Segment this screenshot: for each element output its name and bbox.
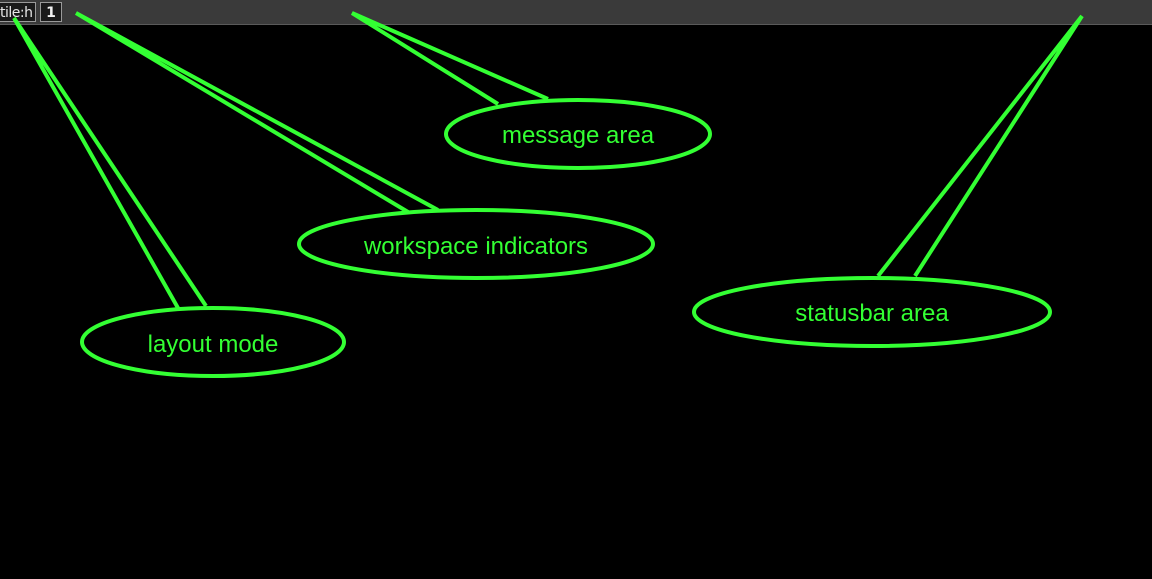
callout-pointer [12, 16, 208, 309]
callout-pointer [876, 14, 1084, 278]
desktop-screen: tile:h 1 message area workspace indicato… [0, 0, 1152, 579]
callout-label-statusbar-area: statusbar area [795, 300, 949, 327]
annotation-overlay: message area workspace indicators status… [12, 11, 1084, 378]
callout-label-layout-mode: layout mode [148, 331, 279, 358]
callout-pointer [350, 11, 549, 106]
callout-pointer [74, 11, 439, 214]
callout-label-message-area: message area [502, 122, 655, 149]
callout-statusbar-area [692, 14, 1084, 348]
callout-label-workspace-indicators: workspace indicators [363, 233, 588, 260]
callout-layout-mode [12, 16, 346, 378]
